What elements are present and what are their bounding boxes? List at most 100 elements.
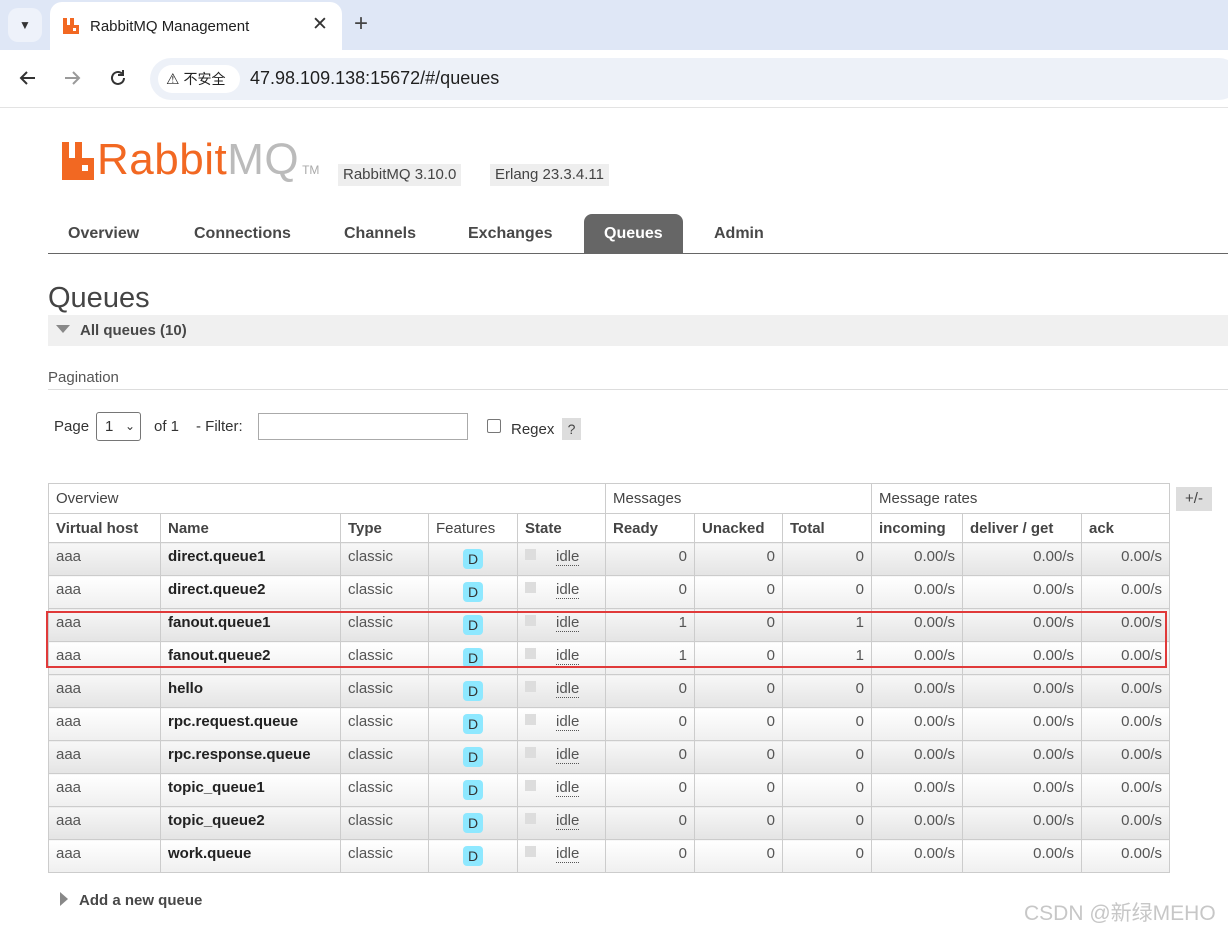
table-row[interactable]: aaa direct.queue1 classic D idle 0 0 0 0… [48, 542, 1170, 576]
total-cell: 0 [782, 740, 872, 774]
vhost-cell: aaa [48, 773, 161, 807]
vhost-cell: aaa [48, 740, 161, 774]
rabbitmq-logo-icon [62, 142, 94, 180]
col-type[interactable]: Type [340, 513, 429, 543]
tab-search-button[interactable]: ▼ [8, 8, 42, 42]
ready-cell: 0 [605, 674, 695, 708]
col-state[interactable]: State [517, 513, 606, 543]
address-bar[interactable]: ⚠ 不安全 47.98.109.138:15672/#/queues [150, 58, 1228, 100]
queue-name-link[interactable]: hello [160, 674, 341, 708]
queue-name-link[interactable]: rpc.response.queue [160, 740, 341, 774]
page-select[interactable]: 1 ⌄ [96, 412, 141, 441]
security-chip[interactable]: ⚠ 不安全 [158, 65, 240, 93]
reload-icon[interactable] [106, 66, 130, 90]
incoming-rate-cell: 0.00/s [871, 773, 963, 807]
tab-queues[interactable]: Queues [584, 214, 683, 253]
table-row[interactable]: aaa topic_queue2 classic D idle 0 0 0 0.… [48, 806, 1170, 840]
type-cell: classic [340, 542, 429, 576]
forward-arrow-icon[interactable] [60, 66, 84, 90]
table-row[interactable]: aaa rpc.response.queue classic D idle 0 … [48, 740, 1170, 774]
col-ack[interactable]: ack [1081, 513, 1170, 543]
features-cell: D [428, 839, 518, 873]
regex-checkbox[interactable] [487, 419, 501, 433]
queue-name-link[interactable]: topic_queue2 [160, 806, 341, 840]
queue-name-link[interactable]: work.queue [160, 839, 341, 873]
state-indicator-icon [525, 549, 536, 560]
state-cell: idle [517, 740, 606, 774]
col-ready[interactable]: Ready [605, 513, 695, 543]
section-label: All queues (10) [80, 322, 187, 339]
total-cell: 0 [782, 542, 872, 576]
filter-input[interactable] [258, 413, 468, 440]
logo-text-rabbit: Rabbit [97, 135, 228, 184]
collapse-triangle-icon [56, 325, 70, 333]
deliver-rate-cell: 0.00/s [962, 806, 1082, 840]
col-deliver-get[interactable]: deliver / get [962, 513, 1082, 543]
state-indicator-icon [525, 714, 536, 725]
ack-rate-cell: 0.00/s [1081, 674, 1170, 708]
queue-name-link[interactable]: rpc.request.queue [160, 707, 341, 741]
unacked-cell: 0 [694, 740, 783, 774]
logo-trademark: TM [302, 163, 320, 177]
state-cell: idle [517, 839, 606, 873]
state-label: idle [556, 779, 580, 797]
type-cell: classic [340, 806, 429, 840]
add-queue-section-toggle[interactable]: Add a new queue [60, 892, 202, 909]
table-row[interactable]: aaa work.queue classic D idle 0 0 0 0.00… [48, 839, 1170, 873]
regex-help-button[interactable]: ? [562, 418, 581, 440]
all-queues-section-toggle[interactable]: All queues (10) [48, 315, 1228, 346]
tab-exchanges[interactable]: Exchanges [468, 214, 552, 253]
security-label: 不安全 [183, 71, 226, 87]
chevron-down-icon: ▼ [19, 18, 31, 32]
deliver-rate-cell: 0.00/s [962, 740, 1082, 774]
vhost-cell: aaa [48, 575, 161, 609]
unacked-cell: 0 [694, 806, 783, 840]
toggle-columns-button[interactable]: +/- [1176, 487, 1212, 511]
browser-tab[interactable]: RabbitMQ Management ✕ [50, 2, 342, 50]
features-cell: D [428, 806, 518, 840]
unacked-cell: 0 [694, 674, 783, 708]
deliver-rate-cell: 0.00/s [962, 773, 1082, 807]
queue-name-link[interactable]: direct.queue1 [160, 542, 341, 576]
col-incoming[interactable]: incoming [871, 513, 963, 543]
state-cell: idle [517, 707, 606, 741]
tab-admin[interactable]: Admin [714, 214, 764, 253]
unacked-cell: 0 [694, 575, 783, 609]
state-cell: idle [517, 575, 606, 609]
browser-tab-strip: ▼ RabbitMQ Management ✕ + [0, 0, 1228, 50]
queue-name-link[interactable]: topic_queue1 [160, 773, 341, 807]
browser-toolbar: ⚠ 不安全 47.98.109.138:15672/#/queues [0, 50, 1228, 108]
vhost-cell: aaa [48, 806, 161, 840]
col-total[interactable]: Total [782, 513, 872, 543]
incoming-rate-cell: 0.00/s [871, 839, 963, 873]
state-label: idle [556, 845, 580, 863]
close-tab-icon[interactable]: ✕ [312, 15, 328, 35]
rabbitmq-logo[interactable]: Rabbit MQ TM [62, 135, 320, 184]
table-row[interactable]: aaa rpc.request.queue classic D idle 0 0… [48, 707, 1170, 741]
incoming-rate-cell: 0.00/s [871, 806, 963, 840]
type-cell: classic [340, 839, 429, 873]
total-cell: 0 [782, 839, 872, 873]
table-row[interactable]: aaa direct.queue2 classic D idle 0 0 0 0… [48, 575, 1170, 609]
durable-badge: D [463, 714, 483, 734]
ready-cell: 0 [605, 806, 695, 840]
col-virtual-host[interactable]: Virtual host [48, 513, 161, 543]
erlang-version-badge: Erlang 23.3.4.11 [490, 164, 609, 186]
new-tab-icon[interactable]: + [354, 11, 368, 37]
url-text[interactable]: 47.98.109.138:15672/#/queues [250, 68, 499, 89]
deliver-rate-cell: 0.00/s [962, 707, 1082, 741]
table-row[interactable]: aaa hello classic D idle 0 0 0 0.00/s 0.… [48, 674, 1170, 708]
col-unacked[interactable]: Unacked [694, 513, 783, 543]
table-row[interactable]: aaa topic_queue1 classic D idle 0 0 0 0.… [48, 773, 1170, 807]
back-arrow-icon[interactable] [16, 66, 40, 90]
tab-channels[interactable]: Channels [344, 214, 416, 253]
durable-badge: D [463, 747, 483, 767]
deliver-rate-cell: 0.00/s [962, 542, 1082, 576]
state-cell: idle [517, 773, 606, 807]
chevron-down-icon: ⌄ [124, 419, 135, 433]
tab-overview[interactable]: Overview [68, 214, 139, 253]
tab-connections[interactable]: Connections [194, 214, 291, 253]
col-name[interactable]: Name [160, 513, 341, 543]
unacked-cell: 0 [694, 707, 783, 741]
queue-name-link[interactable]: direct.queue2 [160, 575, 341, 609]
